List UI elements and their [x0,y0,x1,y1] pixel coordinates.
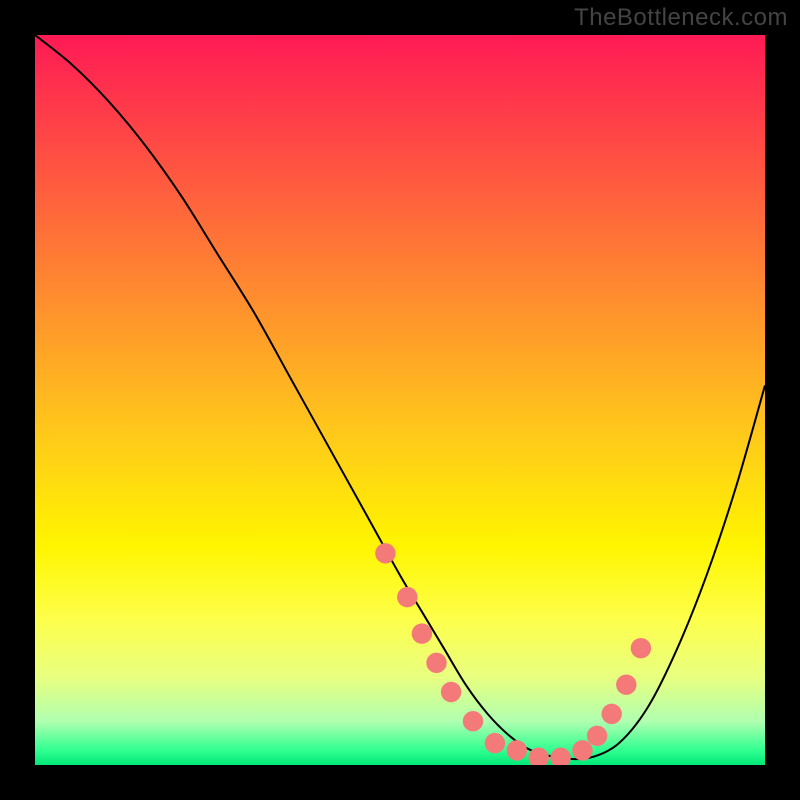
marker-dot [463,711,483,731]
marker-dot [375,543,395,563]
marker-dot [397,587,417,607]
curve-path [35,35,765,759]
marker-dot [441,682,461,702]
marker-dot [412,623,432,643]
marker-dot [507,740,527,760]
marker-dot [631,638,651,658]
marker-dot [601,704,621,724]
watermark-text: TheBottleneck.com [574,4,788,32]
marker-dot [426,653,446,673]
chart-svg [35,35,765,765]
marker-dot [572,740,592,760]
marker-dot [550,747,570,765]
marker-dot [485,733,505,753]
marker-group [375,543,651,765]
marker-dot [587,726,607,746]
marker-dot [616,674,636,694]
plot-area [35,35,765,765]
